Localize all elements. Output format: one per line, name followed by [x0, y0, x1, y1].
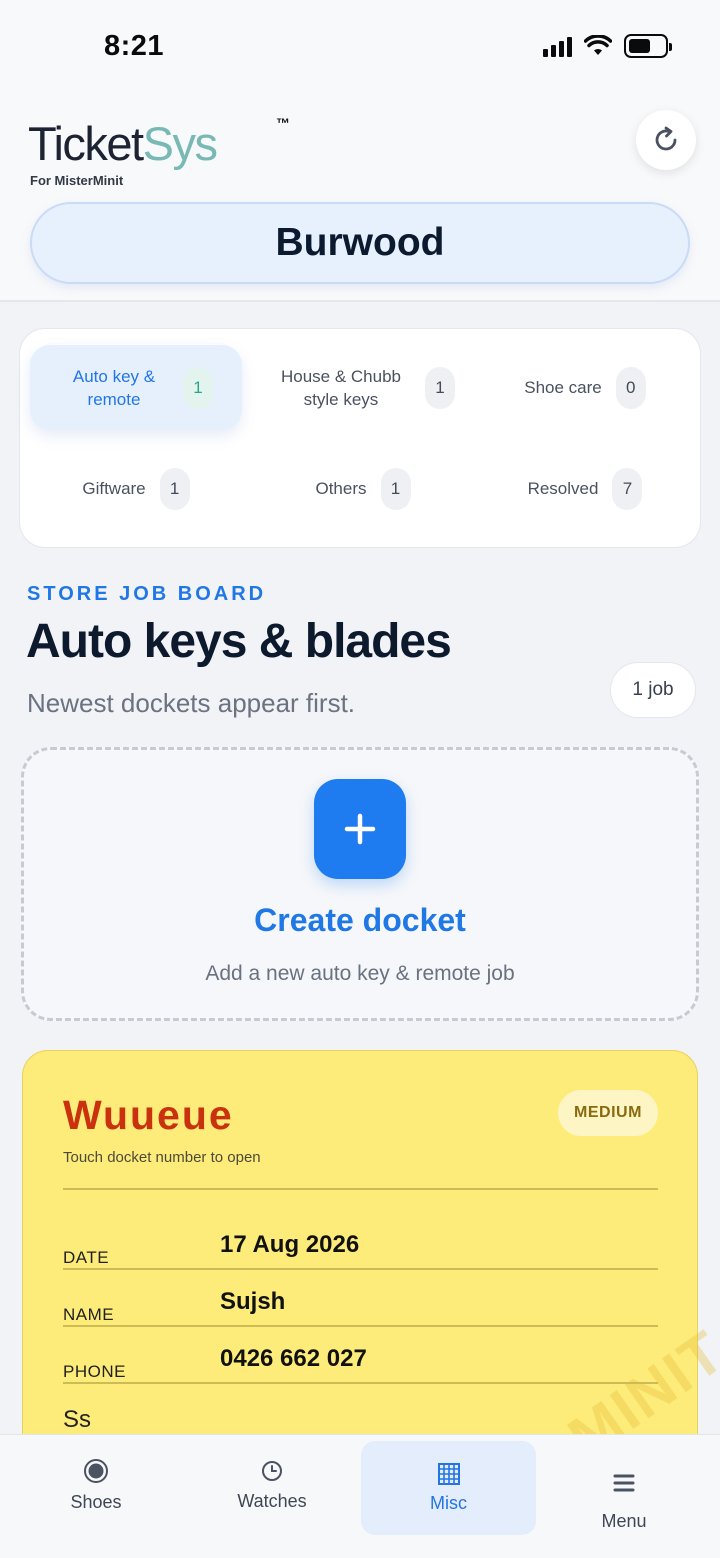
phone-value: 0426 662 027 — [220, 1345, 367, 1372]
nav-watches[interactable]: Watches — [186, 1435, 358, 1535]
cellular-signal-icon — [543, 35, 572, 57]
battery-icon — [624, 34, 672, 58]
tab-shoe-care[interactable]: Shoe care 0 — [480, 345, 690, 430]
tab-label: Giftware — [82, 479, 146, 498]
refresh-icon — [655, 126, 677, 151]
nav-misc[interactable]: Misc — [361, 1441, 536, 1535]
priority-badge: MEDIUM — [558, 1090, 658, 1136]
status-time: 8:21 — [104, 30, 165, 62]
tab-others[interactable]: Others 1 — [248, 446, 478, 531]
tab-count: 0 — [615, 366, 646, 409]
job-count-badge: 1 job — [610, 662, 696, 718]
nav-shoes[interactable]: Shoes — [10, 1435, 182, 1535]
tab-label: Auto key & remote — [72, 366, 156, 409]
date-label: DATE — [63, 1248, 110, 1267]
tab-label: Shoe care — [524, 378, 602, 397]
tab-resolved[interactable]: Resolved 7 — [480, 446, 690, 531]
tab-count: 1 — [380, 467, 411, 510]
plus-icon — [344, 813, 376, 845]
page-title: Auto keys & blades — [26, 615, 452, 668]
menu-icon — [613, 1474, 635, 1491]
tab-count: 7 — [612, 467, 643, 510]
docket-number[interactable]: Wuueue — [63, 1092, 234, 1139]
docket-hint: Touch docket number to open — [63, 1149, 261, 1166]
divider — [63, 1188, 658, 1190]
docket-notes: Ss — [63, 1406, 92, 1433]
shoe-icon — [84, 1458, 108, 1483]
status-icons — [543, 34, 672, 58]
grid-icon — [437, 1462, 460, 1485]
create-docket-title[interactable]: Create docket — [0, 902, 720, 939]
page-subtitle: Newest dockets appear first. — [27, 688, 356, 718]
wifi-icon — [584, 35, 612, 55]
divider — [63, 1325, 658, 1327]
tab-count: 1 — [159, 467, 190, 510]
app-logo: TicketSys — [28, 117, 218, 170]
create-docket-button[interactable] — [314, 779, 406, 879]
section-eyebrow: STORE JOB BOARD — [27, 583, 267, 605]
nav-label: Watches — [237, 1490, 307, 1511]
name-label: NAME — [63, 1305, 115, 1324]
tab-count: 1 — [425, 366, 455, 409]
create-docket-subtitle: Add a new auto key & remote job — [205, 962, 515, 985]
logo-subtitle: For MisterMinit — [30, 173, 124, 188]
tab-house-chubb-keys[interactable]: House & Chubb style keys 1 — [248, 345, 478, 430]
divider — [63, 1382, 658, 1384]
nav-menu[interactable]: Menu — [538, 1445, 710, 1558]
tab-label: Resolved — [527, 479, 599, 498]
store-selector[interactable]: Burwood — [30, 202, 690, 284]
refresh-button[interactable] — [636, 110, 696, 170]
date-value: 17 Aug 2026 — [220, 1231, 360, 1258]
divider — [63, 1268, 658, 1270]
tab-giftware[interactable]: Giftware 1 — [30, 446, 242, 531]
tab-label: House & Chubb style keys — [280, 366, 402, 409]
phone-label: PHONE — [63, 1362, 126, 1381]
name-value: Sujsh — [220, 1288, 286, 1315]
tab-label: Others — [315, 479, 367, 498]
nav-label: Shoes — [70, 1491, 122, 1512]
tab-count: 1 — [183, 366, 213, 409]
trademark: ™ — [276, 115, 290, 131]
nav-label: Misc — [430, 1492, 467, 1513]
clock-icon — [262, 1460, 282, 1481]
bottom-nav: Shoes Watches Misc Menu — [0, 1434, 720, 1558]
tab-auto-key-remote[interactable]: Auto key & remote 1 — [30, 345, 242, 430]
nav-label: Menu — [601, 1510, 647, 1531]
